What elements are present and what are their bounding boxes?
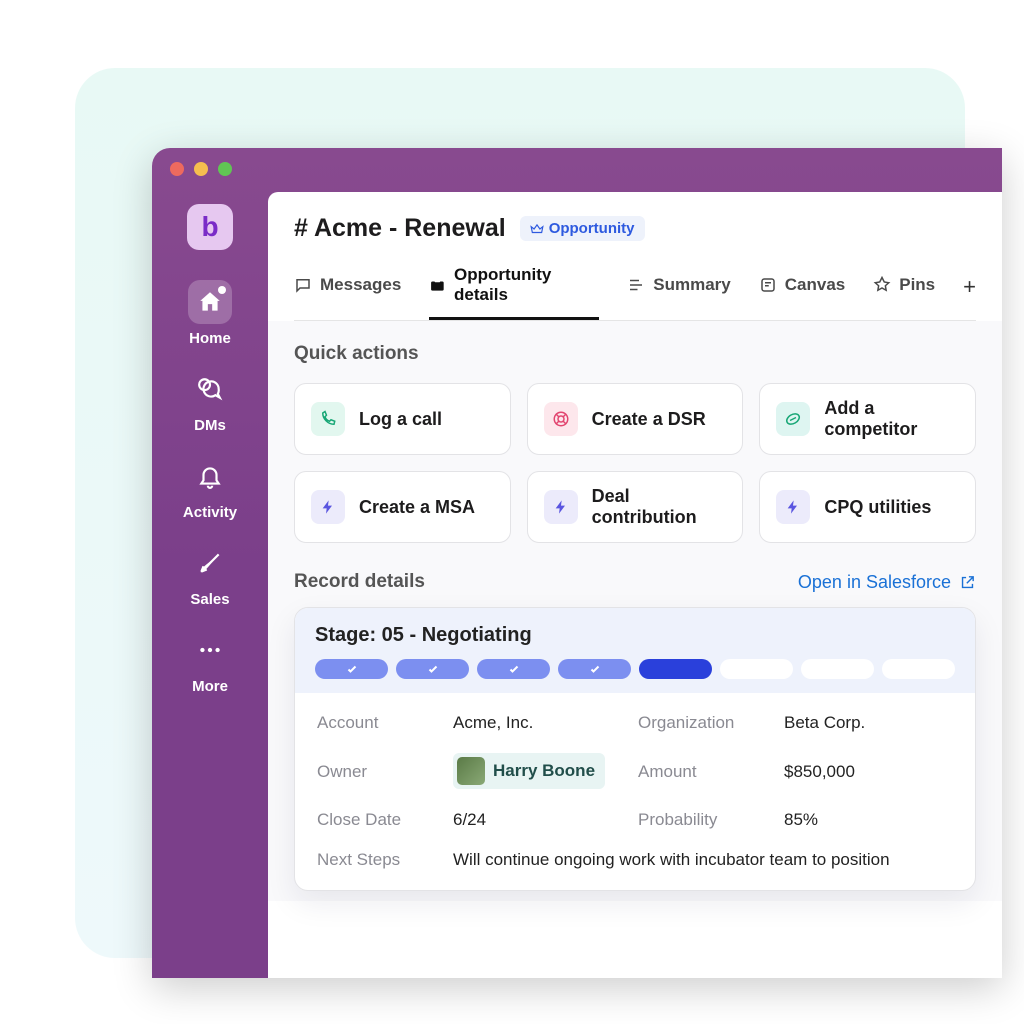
- channel-header: # Acme - Renewal Opportunity: [294, 214, 976, 243]
- field-label-close-date: Close Date: [317, 810, 437, 830]
- stage-progress: [315, 659, 955, 679]
- canvas-icon: [759, 276, 777, 294]
- tab-canvas[interactable]: Canvas: [759, 275, 845, 310]
- crown-icon: [530, 222, 544, 236]
- close-window-dot[interactable]: [170, 162, 184, 176]
- field-value-amount: $850,000: [784, 762, 953, 782]
- app-window: b Home DMs Activity Sales: [152, 148, 1002, 978]
- quick-actions-title: Quick actions: [294, 343, 976, 365]
- bolt-icon: [776, 490, 810, 524]
- stage-pill-current[interactable]: [639, 659, 712, 679]
- tab-opportunity-details[interactable]: Opportunity details: [429, 265, 599, 320]
- quick-action-create-msa[interactable]: Create a MSA: [294, 471, 511, 543]
- quick-action-cpq-utilities[interactable]: CPQ utilities: [759, 471, 976, 543]
- notification-dot: [218, 286, 226, 294]
- external-link-icon: [959, 574, 976, 591]
- lifebuoy-icon: [544, 402, 578, 436]
- quick-action-add-competitor[interactable]: Add a competitor: [759, 383, 976, 455]
- stage-pill-upcoming[interactable]: [882, 659, 955, 679]
- summary-icon: [627, 276, 645, 294]
- rocket-icon: [197, 550, 223, 576]
- ellipsis-icon: [197, 637, 223, 663]
- sidebar-item-label: More: [192, 678, 228, 695]
- workspace-badge[interactable]: b: [187, 204, 233, 250]
- bolt-icon: [544, 490, 578, 524]
- hash-icon: #: [294, 214, 308, 242]
- tab-bar: Messages Opportunity details Summary Can…: [294, 265, 976, 321]
- bell-icon: [197, 463, 223, 489]
- opportunity-badge[interactable]: Opportunity: [520, 216, 645, 241]
- stage-pill-done[interactable]: [315, 659, 388, 679]
- football-icon: [776, 402, 810, 436]
- stage-pill-upcoming[interactable]: [801, 659, 874, 679]
- field-value-next-steps: Will continue ongoing work with incubato…: [453, 850, 953, 870]
- stage-title: Stage: 05 - Negotiating: [315, 624, 955, 647]
- sidebar-item-label: Activity: [183, 504, 237, 521]
- sidebar-item-label: Home: [189, 330, 231, 347]
- stage-pill-done[interactable]: [558, 659, 631, 679]
- field-value-organization: Beta Corp.: [784, 713, 953, 733]
- window-traffic-lights: [170, 162, 232, 176]
- owner-chip[interactable]: Harry Boone: [453, 753, 605, 789]
- stage-pill-upcoming[interactable]: [720, 659, 793, 679]
- open-in-salesforce-link[interactable]: Open in Salesforce: [798, 572, 976, 593]
- field-value-close-date: 6/24: [453, 810, 622, 830]
- field-label-amount: Amount: [638, 762, 768, 782]
- field-label-owner: Owner: [317, 762, 437, 782]
- sidebar: b Home DMs Activity Sales: [152, 148, 268, 978]
- main-content: # Acme - Renewal Opportunity Messages Op…: [268, 192, 1002, 978]
- bolt-icon: [311, 490, 345, 524]
- tab-messages[interactable]: Messages: [294, 275, 401, 310]
- stage-pill-done[interactable]: [477, 659, 550, 679]
- record-card: Stage: 05 - Negotiating Account Acm: [294, 607, 976, 891]
- tab-pins[interactable]: Pins: [873, 275, 935, 310]
- sidebar-item-activity[interactable]: Activity: [183, 454, 237, 521]
- field-value-owner[interactable]: Harry Boone: [453, 753, 622, 790]
- pin-icon: [873, 276, 891, 294]
- channel-title[interactable]: # Acme - Renewal: [294, 214, 506, 243]
- briefcase-icon: [429, 276, 446, 294]
- field-label-organization: Organization: [638, 713, 768, 733]
- quick-action-deal-contribution[interactable]: Deal contribution: [527, 471, 744, 543]
- quick-actions-section: Quick actions Log a call Create a DSR: [268, 321, 1002, 901]
- field-label-account: Account: [317, 713, 437, 733]
- avatar: [457, 757, 485, 785]
- sidebar-item-dms[interactable]: DMs: [188, 367, 232, 434]
- stage-pill-done[interactable]: [396, 659, 469, 679]
- maximize-window-dot[interactable]: [218, 162, 232, 176]
- field-label-next-steps: Next Steps: [317, 850, 437, 870]
- quick-action-log-call[interactable]: Log a call: [294, 383, 511, 455]
- sidebar-item-label: DMs: [194, 417, 226, 434]
- minimize-window-dot[interactable]: [194, 162, 208, 176]
- field-label-probability: Probability: [638, 810, 768, 830]
- sidebar-item-label: Sales: [190, 591, 229, 608]
- sidebar-item-home[interactable]: Home: [188, 280, 232, 347]
- phone-icon: [311, 402, 345, 436]
- messages-icon: [294, 276, 312, 294]
- tab-summary[interactable]: Summary: [627, 275, 730, 310]
- field-value-probability: 85%: [784, 810, 953, 830]
- field-value-account: Acme, Inc.: [453, 713, 622, 733]
- quick-action-create-dsr[interactable]: Create a DSR: [527, 383, 744, 455]
- add-tab-button[interactable]: +: [963, 274, 976, 312]
- sidebar-item-more[interactable]: More: [188, 628, 232, 695]
- sidebar-item-sales[interactable]: Sales: [188, 541, 232, 608]
- dms-icon: [197, 376, 223, 402]
- stage-strip: Stage: 05 - Negotiating: [295, 608, 975, 693]
- record-details-title: Record details: [294, 571, 425, 593]
- record-fields: Account Acme, Inc. Organization Beta Cor…: [295, 693, 975, 890]
